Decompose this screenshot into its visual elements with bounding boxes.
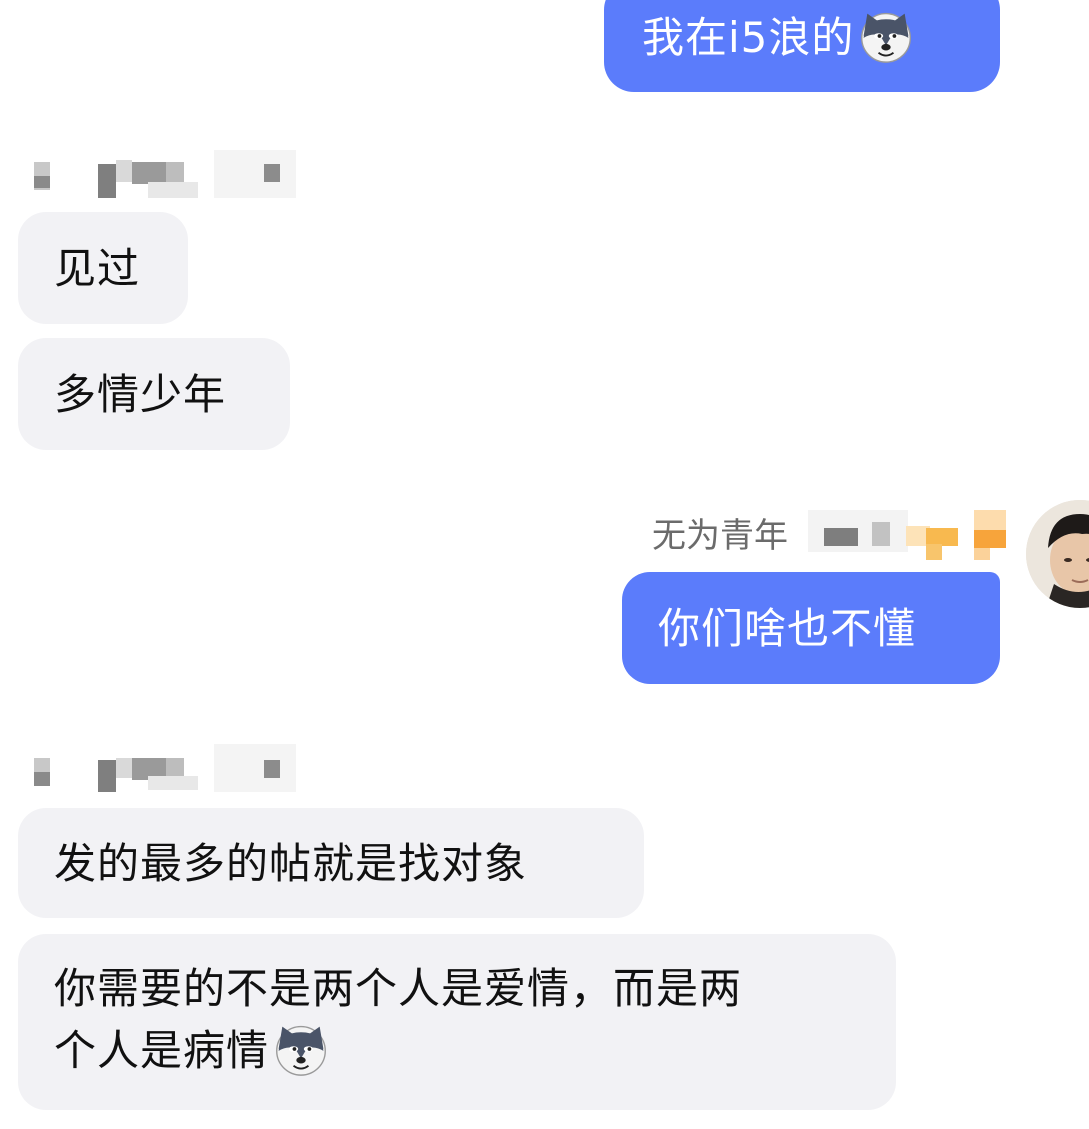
message-text: 我在i5浪的 xyxy=(642,13,855,62)
incoming-message-bubble[interactable]: 见过 xyxy=(18,212,188,324)
user-photo-icon xyxy=(1026,500,1089,608)
message-text-line: 个人是病情 xyxy=(54,1026,270,1075)
incoming-message-bubble[interactable]: 你需要的不是两个人是爱情，而是两 个人是病情 xyxy=(18,934,896,1110)
outgoing-message-bubble[interactable]: 我在i5浪的 xyxy=(604,0,1000,92)
outgoing-message-bubble[interactable]: 你们啥也不懂 xyxy=(622,572,1000,684)
message-text: 你们啥也不懂 xyxy=(658,604,917,653)
message-text: 发的最多的帖就是找对象 xyxy=(54,839,528,888)
sender-name: 无为青年 xyxy=(652,516,788,556)
incoming-message-bubble[interactable]: 发的最多的帖就是找对象 xyxy=(18,808,644,918)
husky-emoji-icon xyxy=(858,8,914,64)
husky-emoji-icon xyxy=(273,1021,329,1077)
message-text-line: 你需要的不是两个人是爱情，而是两 xyxy=(54,964,743,1013)
incoming-message-bubble[interactable]: 多情少年 xyxy=(18,338,290,450)
avatar[interactable] xyxy=(1026,500,1089,608)
message-text: 见过 xyxy=(54,244,141,293)
message-text: 多情少年 xyxy=(54,370,227,419)
